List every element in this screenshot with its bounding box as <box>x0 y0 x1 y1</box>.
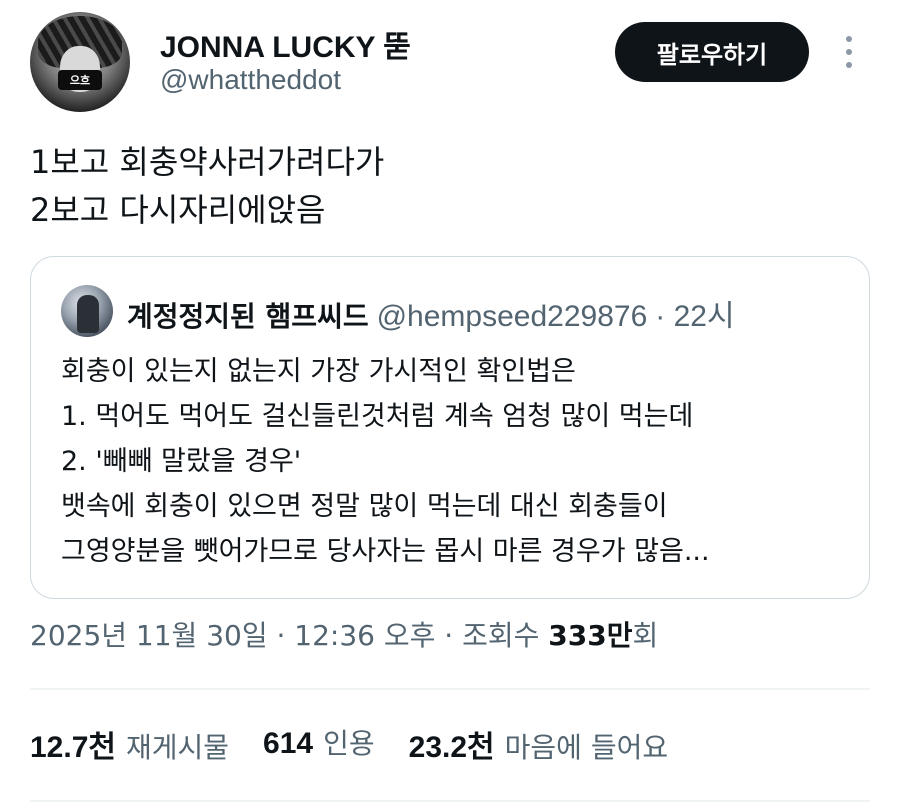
avatar-figure <box>77 295 99 333</box>
divider <box>30 800 870 802</box>
divider <box>30 688 870 690</box>
quoted-line: 2. '빼빼 말랐을 경우' <box>61 446 302 477</box>
views-count: 333만 <box>548 619 633 652</box>
reposts-count: 12.7천 <box>30 731 116 764</box>
tweet-timestamp[interactable]: 2025년 11월 30일 · 12:36 오후 · 조회수 333만회 <box>30 614 658 654</box>
author-avatar[interactable]: 으흐 <box>30 12 130 112</box>
reposts-stat[interactable]: 12.7천 재게시물 <box>30 722 229 766</box>
quoted-tweet-text: 회충이 있는지 없는지 가장 가시적인 확인법은 1. 먹어도 먹어도 걸신들린… <box>61 349 710 574</box>
reposts-label: 재게시물 <box>126 731 230 764</box>
likes-count: 23.2천 <box>408 731 495 764</box>
more-dot <box>846 36 852 42</box>
quotes-count: 614 <box>263 727 314 760</box>
more-dot <box>846 62 852 68</box>
tweet-line: 1보고 회충약사러가려다가 <box>30 143 385 181</box>
quotes-label: 인용 <box>323 727 375 760</box>
quoted-author-avatar <box>61 285 113 337</box>
quoted-line: 뱃속에 회충이 있으면 정말 많이 먹는데 대신 회충들이 <box>61 491 668 522</box>
follow-button[interactable]: 팔로우하기 <box>615 22 809 82</box>
likes-label: 마음에 들어요 <box>504 731 669 764</box>
quoted-line: 1. 먹어도 먹어도 걸신들린것처럼 계속 엄청 많이 먹는데 <box>61 401 694 432</box>
likes-stat[interactable]: 23.2천 마음에 들어요 <box>409 722 668 766</box>
quoted-tweet-header: 계정정지된 햄프씨드 @hempseed229876 · 22시 <box>127 291 735 335</box>
quoted-author-handle: @hempseed229876 <box>376 300 648 333</box>
quotes-stat[interactable]: 614 인용 <box>263 722 375 766</box>
more-dot <box>846 49 852 55</box>
author-handle[interactable]: @whattheddot <box>160 64 341 96</box>
quoted-tweet-time: · 22시 <box>655 300 735 333</box>
quoted-tweet-card[interactable]: 계정정지된 햄프씨드 @hempseed229876 · 22시 회충이 있는지 없… <box>30 256 870 599</box>
author-display-name[interactable]: JONNA LUCKY 뚣 <box>160 22 411 66</box>
tweet-line: 2보고 다시자리에앉음 <box>30 191 326 229</box>
more-vertical-icon[interactable] <box>836 30 862 74</box>
tweet-text: 1보고 회충약사러가려다가 2보고 다시자리에앉음 <box>30 138 384 234</box>
tweet-header: 으흐 JONNA LUCKY 뚣 @whattheddot 팔로우하기 <box>30 12 870 112</box>
timestamp-text: 2025년 11월 30일 · 12:36 오후 · 조회수 <box>30 619 549 652</box>
quoted-line: 회충이 있는지 없는지 가장 가시적인 확인법은 <box>61 356 576 387</box>
views-suffix: 회 <box>632 619 659 652</box>
engagement-stats: 12.7천 재게시물 614 인용 23.2천 마음에 들어요 <box>30 722 702 766</box>
quoted-author-name: 계정정지된 햄프씨드 <box>127 300 369 333</box>
quoted-line: 그영양분을 뺏어가므로 당사자는 몹시 마른 경우가 많음... <box>61 536 710 567</box>
avatar-label: 으흐 <box>58 70 102 90</box>
